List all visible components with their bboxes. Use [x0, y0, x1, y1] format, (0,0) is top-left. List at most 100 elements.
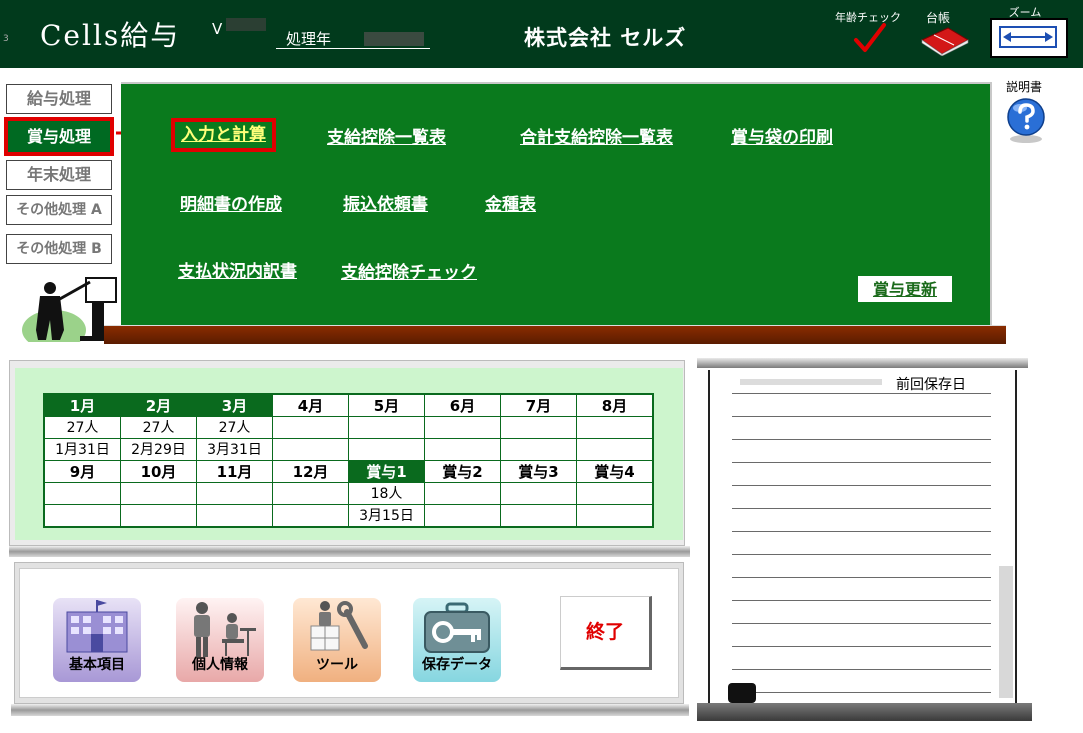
link-bonus-envelope-print[interactable]: 賞与袋の印刷 [731, 123, 833, 148]
link-statement-creation[interactable]: 明細書の作成 [180, 190, 282, 215]
pay-date-cell [120, 504, 197, 528]
pay-date-cell [500, 504, 577, 528]
last-saved-label: 前回保存日 [896, 377, 966, 393]
basic-items-label: 基本項目 [69, 657, 125, 673]
sidebar-item-other-a[interactable]: その他処理 A [6, 195, 112, 225]
employee-count-cell [500, 416, 577, 439]
people-icon [194, 602, 256, 657]
table-row: 1月 2月 3月 4月 5月 6月 7月 8月 [43, 393, 654, 417]
shelf-divider [11, 704, 689, 716]
link-payment-status-breakdown[interactable]: 支払状況内訳書 [178, 257, 297, 282]
pay-date-cell: 3月31日 [196, 438, 273, 461]
checkmark-icon[interactable] [853, 22, 887, 56]
link-denomination-table[interactable]: 金種表 [485, 190, 536, 215]
monthly-status-table: 1月 2月 3月 4月 5月 6月 7月 8月 27人 27人 27人 1月31… [43, 393, 654, 528]
personal-info-label: 個人情報 [192, 657, 248, 673]
zoom-frame [999, 26, 1057, 48]
shelf-divider [9, 546, 690, 557]
link-input-and-calculation[interactable]: 入力と計算 [171, 118, 276, 152]
company-name: 株式会社 セルズ [524, 26, 687, 50]
month-header-cell[interactable]: 3月 [196, 393, 273, 417]
month-header-cell[interactable]: 5月 [348, 393, 425, 417]
bonus-header-cell[interactable]: 賞与1 [348, 460, 425, 483]
bonus-header-cell[interactable]: 賞与4 [576, 460, 654, 483]
bonus-header-cell[interactable]: 賞与3 [500, 460, 577, 483]
notes-panel [708, 370, 1017, 704]
sidebar-item-other-b[interactable]: その他処理 B [6, 234, 112, 264]
bonus-update-button[interactable]: 賞与更新 [858, 276, 952, 302]
pay-date-cell [43, 504, 121, 528]
employee-count-cell: 27人 [43, 416, 121, 439]
table-row: 3月15日 [43, 504, 654, 528]
ledger-book-icon[interactable] [918, 26, 970, 56]
save-data-button[interactable]: 保存データ [413, 598, 501, 682]
zoom-button[interactable] [990, 18, 1068, 58]
employee-count-cell [43, 482, 121, 505]
month-header-cell[interactable]: 9月 [43, 460, 121, 483]
basic-items-button[interactable]: 基本項目 [53, 598, 141, 682]
pay-date-cell [348, 438, 425, 461]
month-header-cell[interactable]: 2月 [120, 393, 197, 417]
month-header-cell[interactable]: 11月 [196, 460, 273, 483]
personal-info-button[interactable]: 個人情報 [176, 598, 264, 682]
notes-scrollbar[interactable] [999, 566, 1013, 698]
note-line [732, 416, 991, 417]
month-header-cell[interactable]: 8月 [576, 393, 654, 417]
table-row: 1月31日 2月29日 3月31日 [43, 438, 654, 461]
link-payment-deduction-list[interactable]: 支給控除一覧表 [327, 123, 446, 148]
app-title: Cells給与 [40, 19, 181, 52]
notes-bottom-rail [697, 703, 1032, 721]
tools-button[interactable]: ツール [293, 598, 381, 682]
version-label: V [212, 20, 223, 38]
employee-count-cell [272, 482, 349, 505]
month-header-cell[interactable]: 4月 [272, 393, 349, 417]
pay-date-cell [272, 504, 349, 528]
employee-count-cell: 18人 [348, 482, 425, 505]
note-line [732, 485, 991, 486]
pay-date-cell: 1月31日 [43, 438, 121, 461]
employee-count-cell [424, 416, 501, 439]
pay-date-cell [196, 504, 273, 528]
employee-count-cell [576, 482, 654, 505]
month-header-cell[interactable]: 1月 [43, 393, 121, 417]
pay-date-cell [424, 504, 501, 528]
link-payment-deduction-check[interactable]: 支給控除チェック [341, 258, 477, 283]
note-line [732, 393, 991, 394]
version-redaction [226, 18, 266, 31]
zoom-arrows-icon [1003, 32, 1053, 42]
table-row: 18人 [43, 482, 654, 505]
notes-scroll-thumb[interactable] [728, 683, 756, 703]
sidebar-item-bonus[interactable]: 賞与処理 [4, 117, 114, 156]
save-data-label: 保存データ [422, 657, 492, 673]
note-line [732, 439, 991, 440]
employee-count-cell [424, 482, 501, 505]
tools-label: ツール [316, 657, 358, 673]
help-icon[interactable] [1006, 97, 1046, 145]
sidebar-item-year-end[interactable]: 年末処理 [6, 160, 112, 190]
sidebar-item-salary[interactable]: 給与処理 [6, 84, 112, 114]
employee-count-cell [272, 416, 349, 439]
employee-count-cell: 27人 [120, 416, 197, 439]
board-rail [104, 325, 1006, 344]
pay-date-cell [576, 438, 654, 461]
ledger-label: 台帳 [925, 11, 950, 25]
note-line [732, 600, 991, 601]
processing-year-redaction [364, 32, 424, 46]
link-total-payment-deduction-list[interactable]: 合計支給控除一覧表 [520, 123, 673, 148]
exit-button[interactable]: 終了 [560, 596, 652, 670]
bonus-header-cell[interactable]: 賞与2 [424, 460, 501, 483]
pay-date-cell: 2月29日 [120, 438, 197, 461]
link-transfer-request[interactable]: 振込依頼書 [343, 190, 428, 215]
month-header-cell[interactable]: 12月 [272, 460, 349, 483]
employee-count-cell [576, 416, 654, 439]
pay-date-cell [576, 504, 654, 528]
month-header-cell[interactable]: 10月 [120, 460, 197, 483]
month-header-cell[interactable]: 6月 [424, 393, 501, 417]
note-line [732, 554, 991, 555]
building-icon [66, 600, 128, 653]
wrench-icon [310, 601, 368, 651]
notes-top-rail [697, 358, 1028, 368]
note-line [732, 623, 991, 624]
employee-count-cell [500, 482, 577, 505]
month-header-cell[interactable]: 7月 [500, 393, 577, 417]
